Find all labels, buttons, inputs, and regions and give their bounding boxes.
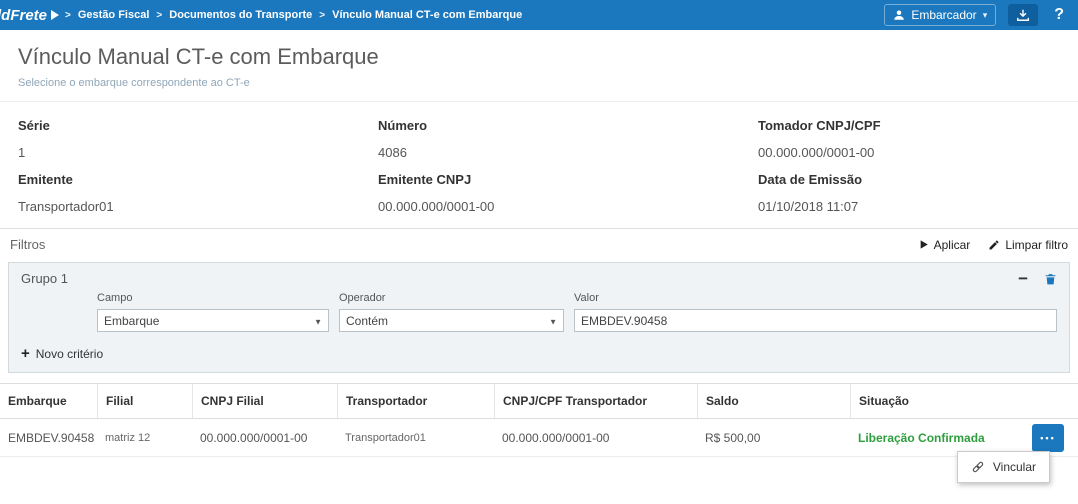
field-serie-value: 1 — [18, 145, 378, 160]
campo-field: Campo Embarque ▼ — [97, 292, 329, 332]
logo-flag-icon — [51, 10, 59, 20]
campo-select[interactable]: Embarque — [97, 309, 329, 332]
breadcrumb-item-documentos-transporte[interactable]: Documentos do Transporte — [169, 9, 312, 21]
column-header-transportador: Transportador — [337, 384, 494, 418]
column-header-cnpj-transportador: CNPJ/CPF Transportador — [494, 384, 697, 418]
filter-group-header: Grupo 1 − — [9, 263, 1069, 290]
filter-group-title: Grupo 1 — [21, 271, 68, 286]
clear-filter-label: Limpar filtro — [1005, 238, 1068, 252]
chevron-down-icon: ▾ — [983, 10, 988, 21]
field-tomador-cnpj-label: Tomador CNPJ/CPF — [758, 118, 1060, 133]
document-info-section: Série 1 Número 4086 Tomador CNPJ/CPF 00.… — [0, 102, 1078, 228]
filters-actions: Aplicar Limpar filtro — [919, 238, 1068, 252]
table-header: Embarque Filial CNPJ Filial Transportado… — [0, 383, 1078, 419]
filter-group-controls: − — [1018, 272, 1057, 286]
vincular-label: Vincular — [993, 460, 1036, 474]
column-header-cnpj-filial: CNPJ Filial — [192, 384, 337, 418]
field-emitente-value: Transportador01 — [18, 199, 378, 214]
cell-cnpj-filial: 00.000.000/0001-00 — [192, 431, 337, 445]
filter-group-fields: Campo Embarque ▼ Operador Contém ▼ Valor — [9, 290, 1069, 336]
column-header-filial: Filial — [97, 384, 192, 418]
vincular-menu-item[interactable]: Vincular — [957, 451, 1050, 483]
table-row[interactable]: EMBDEV.90458 matriz 12 00.000.000/0001-0… — [0, 419, 1078, 457]
user-menu-label: Embarcador — [911, 8, 976, 22]
app-logo[interactable]: ldFrete — [0, 7, 65, 24]
operador-label: Operador — [339, 292, 564, 304]
field-tomador-cnpj: Tomador CNPJ/CPF 00.000.000/0001-00 — [758, 118, 1060, 160]
field-tomador-cnpj-value: 00.000.000/0001-00 — [758, 145, 1060, 160]
download-button[interactable] — [1008, 4, 1038, 26]
cell-cnpj-transportador: 00.000.000/0001-00 — [494, 431, 697, 445]
clear-filter-button[interactable]: Limpar filtro — [988, 238, 1068, 252]
user-menu-dropdown[interactable]: Embarcador ▾ — [884, 4, 996, 26]
filters-title: Filtros — [10, 237, 45, 252]
plus-icon: + — [21, 349, 30, 359]
play-icon — [919, 239, 929, 250]
operador-field: Operador Contém ▼ — [339, 292, 564, 332]
breadcrumb: > Gestão Fiscal > Documentos do Transpor… — [65, 9, 522, 21]
apply-filter-label: Aplicar — [934, 238, 971, 252]
valor-label: Valor — [574, 292, 1057, 304]
ellipsis-icon: ••• — [1040, 433, 1055, 443]
column-header-embarque: Embarque — [0, 384, 97, 418]
download-icon — [1016, 8, 1030, 22]
field-data-emissao: Data de Emissão 01/10/2018 11:07 — [758, 172, 1060, 214]
breadcrumb-item-gestao-fiscal[interactable]: Gestão Fiscal — [78, 9, 150, 21]
user-icon — [893, 9, 905, 21]
page-header: Vínculo Manual CT-e com Embarque Selecio… — [0, 30, 1078, 102]
field-data-emissao-value: 01/10/2018 11:07 — [758, 199, 1060, 214]
valor-field: Valor — [574, 292, 1057, 332]
add-criterion-button[interactable]: + Novo critério — [9, 336, 1069, 372]
filters-bar: Filtros Aplicar Limpar filtro — [0, 228, 1078, 260]
cell-filial: matriz 12 — [97, 432, 192, 444]
delete-group-button[interactable] — [1044, 272, 1057, 286]
apply-filter-button[interactable]: Aplicar — [919, 238, 971, 252]
column-header-saldo: Saldo — [697, 384, 850, 418]
valor-input[interactable] — [574, 309, 1057, 332]
breadcrumb-separator-icon: > — [65, 10, 71, 21]
field-serie-label: Série — [18, 118, 378, 133]
field-emitente-cnpj-value: 00.000.000/0001-00 — [378, 199, 758, 214]
breadcrumb-separator-icon: > — [156, 10, 162, 21]
field-numero: Número 4086 — [378, 118, 758, 160]
column-header-situacao: Situação — [850, 384, 1078, 418]
field-data-emissao-label: Data de Emissão — [758, 172, 1060, 187]
filter-group-panel: Grupo 1 − Campo Embarque ▼ Operador — [8, 262, 1070, 373]
topbar-right: Embarcador ▾ ? — [884, 4, 1068, 26]
field-serie: Série 1 — [18, 118, 378, 160]
field-numero-label: Número — [378, 118, 758, 133]
operador-select[interactable]: Contém — [339, 309, 564, 332]
table-body: EMBDEV.90458 matriz 12 00.000.000/0001-0… — [0, 419, 1078, 457]
help-button[interactable]: ? — [1050, 6, 1068, 24]
cell-saldo: R$ 500,00 — [697, 431, 850, 445]
add-criterion-label: Novo critério — [36, 347, 103, 361]
breadcrumb-item-vinculo-manual[interactable]: Vínculo Manual CT-e com Embarque — [332, 9, 522, 21]
app-logo-text: ldFrete — [0, 7, 47, 24]
page-title: Vínculo Manual CT-e com Embarque — [18, 44, 1060, 70]
link-icon — [971, 460, 985, 474]
trash-icon — [1044, 272, 1057, 286]
breadcrumb-separator-icon: > — [319, 10, 325, 21]
field-emitente-cnpj-label: Emitente CNPJ — [378, 172, 758, 187]
row-actions-button[interactable]: ••• — [1032, 424, 1064, 452]
topbar: ldFrete > Gestão Fiscal > Documentos do … — [0, 0, 1078, 30]
cell-transportador: Transportador01 — [337, 432, 494, 444]
collapse-group-button[interactable]: − — [1018, 274, 1028, 284]
page-subtitle: Selecione o embarque correspondente ao C… — [18, 77, 1060, 89]
field-numero-value: 4086 — [378, 145, 758, 160]
cell-embarque: EMBDEV.90458 — [0, 431, 97, 445]
field-emitente: Emitente Transportador01 — [18, 172, 378, 214]
pencil-icon — [988, 239, 1000, 251]
field-emitente-cnpj: Emitente CNPJ 00.000.000/0001-00 — [378, 172, 758, 214]
campo-label: Campo — [97, 292, 329, 304]
field-emitente-label: Emitente — [18, 172, 378, 187]
